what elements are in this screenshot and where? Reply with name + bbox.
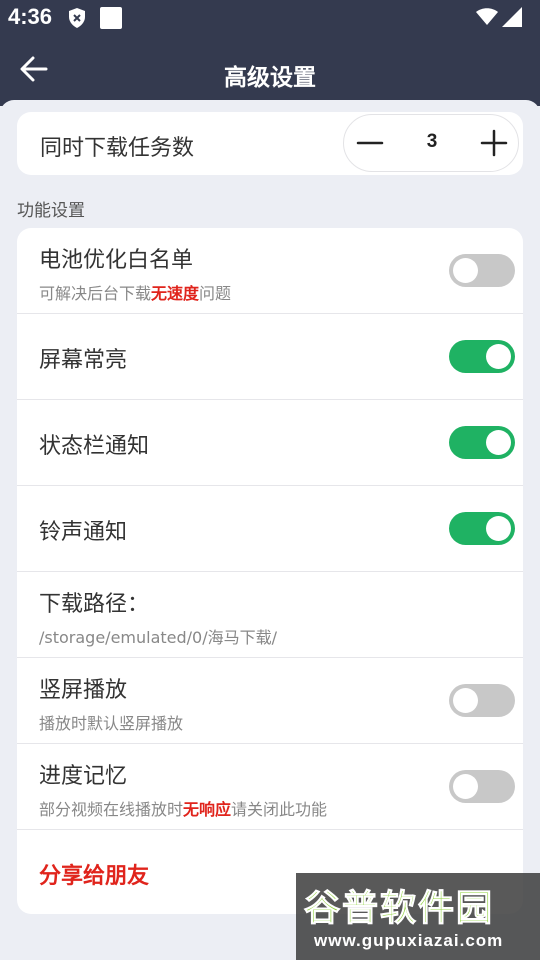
subtitle-text: 可解决后台下载: [39, 284, 152, 303]
setting-title: 状态栏通知: [39, 434, 150, 459]
app-bar: 高级设置: [0, 36, 540, 106]
setting-subtitle: 部分视频在线播放时无响应请关闭此功能: [39, 796, 327, 820]
subtitle-text: 请关闭此功能: [231, 800, 328, 819]
notification-square-icon: [100, 7, 122, 29]
toggle-knob: [486, 430, 511, 455]
toggle-knob: [453, 688, 478, 713]
plus-icon[interactable]: [474, 123, 514, 163]
content-area: 同时下载任务数 3 功能设置 电池优化白名单 可解决后台下载无速度问题 屏幕常亮…: [0, 100, 540, 960]
setting-statusbar-notification[interactable]: 状态栏通知: [17, 400, 523, 486]
screen-on-toggle[interactable]: [449, 340, 515, 373]
share-label: 分享给朋友: [39, 864, 150, 889]
subtitle-text: 问题: [199, 284, 232, 303]
progress-memory-toggle[interactable]: [449, 770, 515, 803]
battery-whitelist-toggle[interactable]: [449, 254, 515, 287]
setting-title: 铃声通知: [39, 520, 128, 545]
status-bar: 4:36: [0, 0, 540, 36]
watermark-title: 谷普软件园: [303, 888, 495, 930]
ringtone-notification-toggle[interactable]: [449, 512, 515, 545]
setting-portrait-play[interactable]: 竖屏播放 播放时默认竖屏播放: [17, 658, 523, 744]
shield-icon: [69, 8, 85, 28]
download-tasks-stepper: 3: [343, 114, 519, 172]
setting-battery-whitelist[interactable]: 电池优化白名单 可解决后台下载无速度问题: [17, 228, 523, 314]
setting-title: 竖屏播放: [39, 678, 128, 703]
setting-ringtone-notification[interactable]: 铃声通知: [17, 486, 523, 572]
signal-icon: [502, 7, 522, 27]
setting-screen-on[interactable]: 屏幕常亮: [17, 314, 523, 400]
setting-title: 下载路径：: [39, 592, 150, 617]
download-path-value: /storage/emulated/0/海马下载/: [39, 628, 278, 647]
toggle-knob: [486, 344, 511, 369]
setting-progress-memory[interactable]: 进度记忆 部分视频在线播放时无响应请关闭此功能: [17, 744, 523, 830]
setting-title: 电池优化白名单: [39, 248, 194, 273]
statusbar-notification-toggle[interactable]: [449, 426, 515, 459]
toggle-knob: [453, 258, 478, 283]
setting-subtitle: 播放时默认竖屏播放: [39, 714, 184, 733]
setting-download-path[interactable]: 下载路径： /storage/emulated/0/海马下载/: [17, 572, 523, 658]
status-time: 4:36: [8, 4, 53, 29]
page-title: 高级设置: [224, 65, 316, 91]
settings-card: 电池优化白名单 可解决后台下载无速度问题 屏幕常亮 状态栏通知 铃声通知 下载路…: [17, 228, 523, 914]
download-tasks-card: 同时下载任务数 3: [17, 112, 523, 175]
toggle-knob: [453, 774, 478, 799]
download-tasks-value: 3: [426, 131, 438, 152]
minus-icon[interactable]: [350, 123, 390, 163]
setting-title: 屏幕常亮: [39, 348, 128, 373]
wifi-icon: [476, 8, 498, 25]
subtitle-text: 部分视频在线播放时: [39, 800, 184, 819]
download-tasks-label: 同时下载任务数: [40, 136, 195, 161]
watermark-url: www.gupuxiazai.com: [314, 931, 504, 950]
setting-subtitle: 可解决后台下载无速度问题: [39, 280, 231, 304]
portrait-play-toggle[interactable]: [449, 684, 515, 717]
section-title: 功能设置: [17, 201, 85, 221]
subtitle-highlight: 无响应: [183, 800, 232, 819]
toggle-knob: [486, 516, 511, 541]
setting-title: 进度记忆: [39, 764, 128, 789]
watermark: 谷普软件园 www.gupuxiazai.com: [296, 873, 540, 960]
subtitle-highlight: 无速度: [151, 284, 200, 303]
